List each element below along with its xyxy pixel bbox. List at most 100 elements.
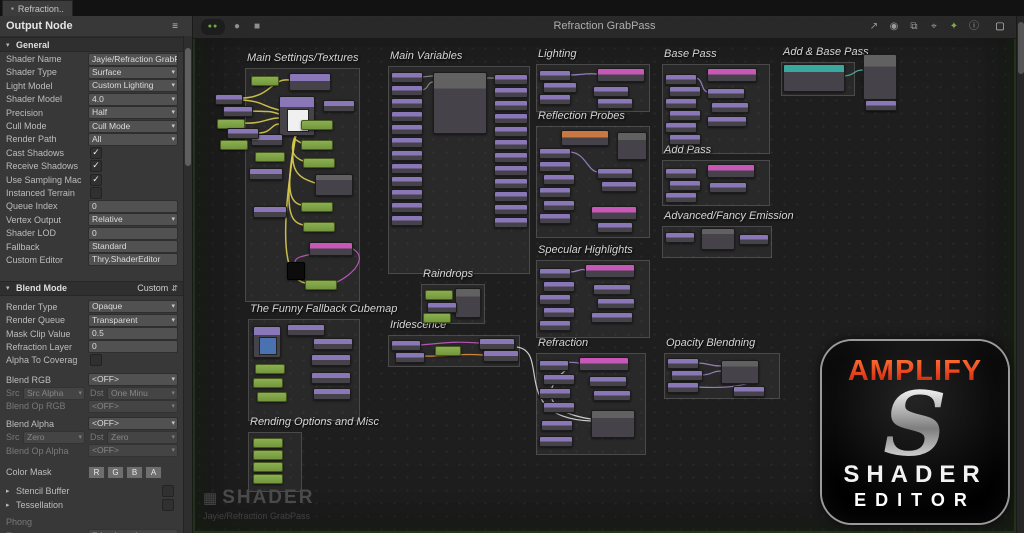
dropdown-src[interactable]: Src Alpha: [23, 386, 85, 400]
shader-node[interactable]: [494, 191, 528, 202]
shader-node[interactable]: [313, 338, 353, 350]
shader-node[interactable]: [287, 324, 325, 336]
shader-node[interactable]: [601, 181, 637, 192]
dropdown-vertex-output[interactable]: Relative: [88, 213, 178, 227]
shader-node[interactable]: [287, 262, 305, 280]
shader-node[interactable]: [539, 161, 571, 172]
focus-icon[interactable]: ⌖: [926, 19, 942, 35]
shader-node[interactable]: [667, 382, 699, 393]
foldout-arrow-icon[interactable]: ▸: [6, 487, 16, 495]
shader-node[interactable]: [589, 376, 627, 387]
shader-node[interactable]: [543, 281, 575, 292]
shader-node[interactable]: [665, 168, 697, 179]
shader-node[interactable]: [707, 116, 747, 127]
stepper-icon[interactable]: ⇵: [171, 284, 178, 293]
shader-node[interactable]: [665, 232, 695, 243]
shader-node[interactable]: [255, 364, 285, 374]
shader-node[interactable]: [391, 111, 423, 122]
minimap-toggle-icon[interactable]: ▢: [992, 19, 1008, 35]
shader-node[interactable]: [391, 150, 423, 161]
shader-node[interactable]: [579, 357, 629, 371]
graph-canvas[interactable]: Main Settings/Textures Main Variables Ligh…: [193, 16, 1016, 533]
checkbox-use-sampling-mac[interactable]: ✓: [90, 173, 102, 186]
shader-node[interactable]: [669, 180, 701, 191]
shader-node[interactable]: [597, 68, 645, 82]
shader-node[interactable]: [539, 388, 571, 399]
shader-node[interactable]: [279, 96, 315, 136]
checkbox-stencil-buffer[interactable]: [162, 485, 174, 498]
pause-icon[interactable]: ●: [229, 19, 245, 35]
shader-node[interactable]: [305, 280, 337, 290]
shader-node[interactable]: [597, 168, 633, 179]
field-refraction-layer[interactable]: 0: [88, 340, 178, 354]
checkbox-alpha-to-coverag[interactable]: [90, 354, 102, 367]
shader-node[interactable]: [395, 352, 425, 363]
shader-node[interactable]: [733, 386, 765, 397]
fit-view-icon[interactable]: ⧉: [906, 19, 922, 35]
shader-node[interactable]: [391, 72, 423, 83]
section-value[interactable]: Custom: [137, 283, 168, 293]
shader-node[interactable]: [253, 206, 287, 218]
dropdown-cull-mode[interactable]: Cull Mode: [88, 119, 178, 133]
shader-node[interactable]: [539, 187, 571, 198]
dropdown-blend-rgb[interactable]: <OFF>: [88, 373, 178, 387]
field-mask-clip-value[interactable]: 0.5: [88, 327, 178, 340]
shader-node[interactable]: [253, 462, 283, 472]
shader-node[interactable]: [539, 320, 571, 331]
shader-node[interactable]: [593, 86, 629, 97]
shader-node[interactable]: [423, 313, 451, 323]
shader-node[interactable]: [494, 139, 528, 150]
shader-node[interactable]: [301, 140, 333, 150]
shader-node[interactable]: [539, 70, 571, 81]
shader-node[interactable]: [301, 202, 333, 212]
field-shader-lod[interactable]: 0: [88, 226, 178, 240]
shader-node[interactable]: [593, 284, 631, 295]
dropdown-src[interactable]: Zero: [23, 430, 85, 444]
shader-node[interactable]: [479, 338, 515, 350]
shader-node[interactable]: [709, 182, 747, 193]
shader-node[interactable]: [483, 350, 519, 362]
shader-node[interactable]: [257, 392, 287, 402]
shader-node[interactable]: [391, 215, 423, 226]
shader-node[interactable]: [494, 113, 528, 124]
shader-node[interactable]: [494, 87, 528, 98]
shader-node[interactable]: [391, 189, 423, 200]
share-icon[interactable]: ↗: [866, 19, 882, 35]
shader-node[interactable]: [701, 228, 735, 250]
shader-node[interactable]: [391, 163, 423, 174]
foldout-arrow-icon[interactable]: ▸: [6, 501, 16, 509]
shader-node[interactable]: [215, 94, 243, 105]
shader-node[interactable]: [539, 213, 571, 224]
shader-node[interactable]: [311, 354, 351, 366]
shader-node[interactable]: [391, 176, 423, 187]
dropdown-type[interactable]: Edge Length: [88, 529, 178, 533]
shader-node[interactable]: [667, 358, 699, 369]
shader-node[interactable]: [323, 100, 355, 112]
foldout-arrow-icon[interactable]: ▾: [6, 284, 16, 292]
shader-node[interactable]: [433, 72, 487, 134]
checkbox-instanced-terrain[interactable]: [90, 186, 102, 199]
shader-node[interactable]: [539, 360, 569, 371]
shader-node[interactable]: [707, 68, 757, 82]
shader-node[interactable]: [303, 222, 335, 232]
panel-menu-icon[interactable]: ≡: [172, 21, 178, 32]
shader-node[interactable]: [253, 378, 283, 388]
shader-node[interactable]: [494, 74, 528, 85]
info-icon[interactable]: ⓘ: [966, 19, 982, 35]
mask-button-g[interactable]: G: [107, 465, 124, 479]
mask-button-r[interactable]: R: [88, 465, 105, 479]
dropdown-precision[interactable]: Half: [88, 106, 178, 120]
live-preview-icon[interactable]: ●●: [201, 19, 225, 35]
shader-node[interactable]: [585, 264, 635, 278]
shader-node[interactable]: [543, 82, 577, 93]
dropdown-shader-model[interactable]: 4.0: [88, 92, 178, 106]
shader-node[interactable]: [253, 438, 283, 448]
magic-icon[interactable]: ✦: [946, 19, 962, 35]
shader-node[interactable]: [255, 152, 285, 162]
shader-node[interactable]: [865, 100, 897, 111]
shader-node[interactable]: [427, 302, 457, 313]
shader-node[interactable]: [494, 217, 528, 228]
shader-node[interactable]: [671, 370, 703, 381]
shader-node[interactable]: [494, 100, 528, 111]
dropdown-blend-alpha[interactable]: <OFF>: [88, 417, 178, 431]
